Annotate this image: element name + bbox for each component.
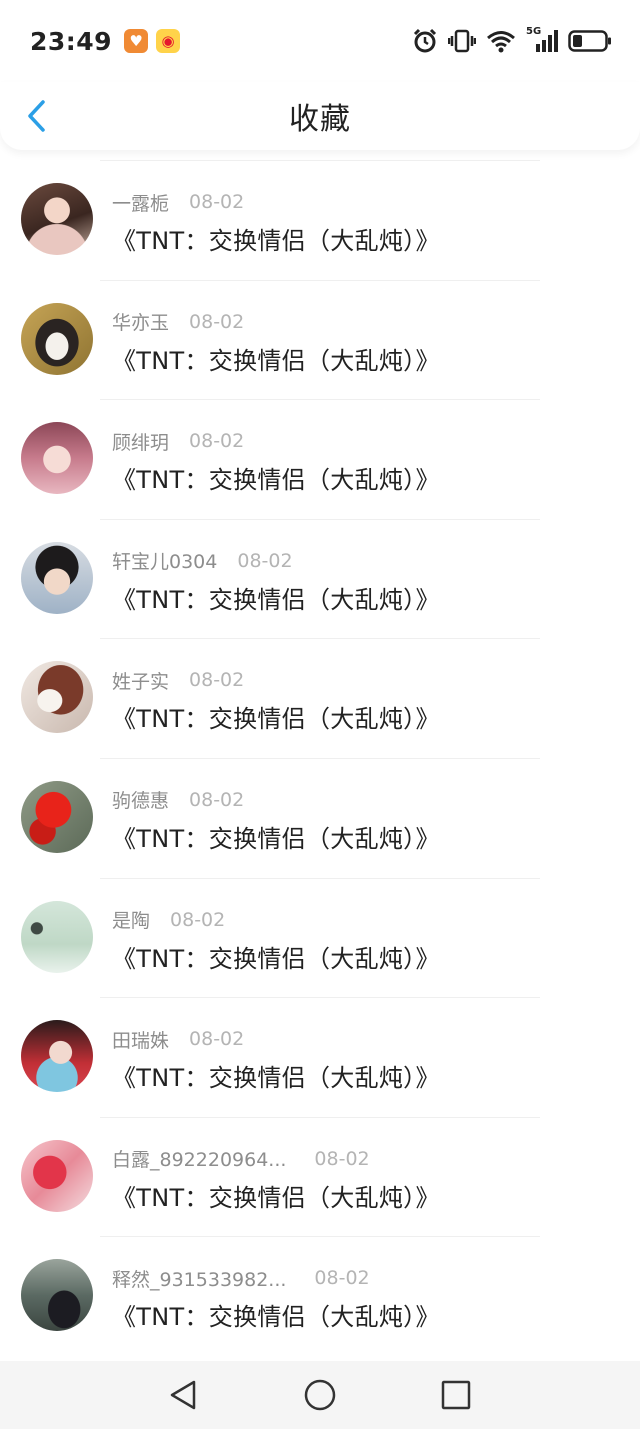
wifi-icon bbox=[487, 31, 515, 53]
username[interactable]: 华亦玉 bbox=[112, 308, 169, 335]
weibo-notification-icon: ◉ bbox=[156, 29, 181, 53]
item-title[interactable]: 《TNT：交换情侣（大乱炖）》 bbox=[112, 460, 620, 495]
date: 08-02 bbox=[189, 430, 245, 453]
item-title[interactable]: 《TNT：交换情侣（大乱炖）》 bbox=[112, 221, 620, 256]
favorite-item[interactable]: 华亦玉 08-02 《TNT：交换情侣（大乱炖）》 bbox=[0, 279, 640, 400]
nav-recents-button[interactable] bbox=[438, 1377, 474, 1413]
username[interactable]: 是陶 bbox=[112, 906, 150, 933]
status-icons: 5G bbox=[412, 26, 612, 54]
item-title[interactable]: 《TNT：交换情侣（大乱炖）》 bbox=[112, 341, 620, 376]
username[interactable]: 驹德惠 bbox=[112, 786, 169, 813]
app-header: 收藏 bbox=[0, 82, 640, 150]
system-nav-bar bbox=[0, 1361, 640, 1429]
avatar[interactable] bbox=[21, 900, 93, 973]
item-title[interactable]: 《TNT：交换情侣（大乱炖）》 bbox=[112, 699, 620, 734]
avatar[interactable] bbox=[21, 541, 93, 614]
username[interactable]: 一露栀 bbox=[112, 189, 169, 216]
username[interactable]: 田瑞姝 bbox=[112, 1026, 169, 1053]
avatar[interactable] bbox=[21, 422, 93, 495]
favorite-item[interactable]: 释然_931533982... 08-02 《TNT：交换情侣（大乱炖）》 bbox=[0, 1236, 640, 1356]
back-triangle-icon bbox=[170, 1380, 196, 1410]
item-title[interactable]: 《TNT：交换情侣（大乱炖）》 bbox=[112, 819, 620, 854]
username[interactable]: 轩宝儿0304 bbox=[112, 547, 217, 574]
date: 08-02 bbox=[189, 1028, 245, 1051]
date: 08-02 bbox=[314, 1267, 370, 1290]
alarm-icon bbox=[413, 28, 437, 53]
favorite-item[interactable]: 姓子实 08-02 《TNT：交换情侣（大乱炖）》 bbox=[0, 638, 640, 758]
date: 08-02 bbox=[170, 908, 226, 931]
favorite-item[interactable]: 是陶 08-02 《TNT：交换情侣（大乱炖）》 bbox=[0, 877, 640, 998]
favorites-list: 一露栀 08-02 《TNT：交换情侣（大乱炖）》 华亦玉 08-02 《TNT… bbox=[0, 160, 640, 1356]
username[interactable]: 姓子实 bbox=[112, 667, 169, 694]
app-notification-icon: ♥ bbox=[124, 29, 149, 53]
avatar[interactable] bbox=[21, 1020, 93, 1093]
username[interactable]: 白露_892220964... bbox=[112, 1145, 286, 1172]
back-button[interactable] bbox=[16, 92, 56, 140]
date: 08-02 bbox=[189, 310, 245, 333]
favorite-item[interactable]: 轩宝儿0304 08-02 《TNT：交换情侣（大乱炖）》 bbox=[0, 518, 640, 639]
item-title[interactable]: 《TNT：交换情侣（大乱炖）》 bbox=[112, 1178, 620, 1213]
recents-square-icon bbox=[441, 1380, 471, 1410]
username[interactable]: 释然_931533982... bbox=[112, 1265, 286, 1292]
avatar[interactable] bbox=[21, 780, 93, 853]
avatar[interactable] bbox=[21, 661, 93, 734]
favorite-item[interactable]: 田瑞姝 08-02 《TNT：交换情侣（大乱炖）》 bbox=[0, 997, 640, 1117]
favorite-item[interactable]: 一露栀 08-02 《TNT：交换情侣（大乱炖）》 bbox=[0, 160, 640, 280]
favorite-item[interactable]: 白露_892220964... 08-02 《TNT：交换情侣（大乱炖）》 bbox=[0, 1116, 640, 1237]
date: 08-02 bbox=[237, 549, 293, 572]
chevron-left-icon bbox=[28, 100, 45, 132]
vibrate-icon bbox=[448, 29, 476, 53]
date: 08-02 bbox=[189, 191, 245, 213]
nav-back-button[interactable] bbox=[166, 1377, 202, 1413]
page-title: 收藏 bbox=[289, 102, 351, 137]
status-bar: 23:49 ♥ ◉ 5G bbox=[0, 0, 640, 82]
item-title[interactable]: 《TNT：交换情侣（大乱炖）》 bbox=[112, 939, 620, 974]
item-title[interactable]: 《TNT：交换情侣（大乱炖）》 bbox=[112, 1058, 620, 1093]
cellular-signal-icon: 5G bbox=[526, 26, 558, 54]
nav-home-button[interactable] bbox=[302, 1377, 338, 1413]
avatar[interactable] bbox=[21, 302, 93, 375]
item-title[interactable]: 《TNT：交换情侣（大乱炖）》 bbox=[112, 580, 620, 615]
date: 08-02 bbox=[189, 669, 245, 692]
status-time: 23:49 bbox=[30, 26, 113, 56]
item-title[interactable]: 《TNT：交换情侣（大乱炖）》 bbox=[112, 1297, 620, 1332]
avatar[interactable] bbox=[21, 183, 93, 255]
avatar[interactable] bbox=[21, 1259, 93, 1332]
favorite-item[interactable]: 顾绯玥 08-02 《TNT：交换情侣（大乱炖）》 bbox=[0, 399, 640, 519]
username[interactable]: 顾绯玥 bbox=[112, 428, 169, 455]
date: 08-02 bbox=[189, 788, 245, 811]
home-circle-icon bbox=[304, 1379, 336, 1411]
date: 08-02 bbox=[314, 1147, 370, 1170]
battery-icon bbox=[568, 30, 611, 52]
favorite-item[interactable]: 驹德惠 08-02 《TNT：交换情侣（大乱炖）》 bbox=[0, 757, 640, 878]
avatar[interactable] bbox=[21, 1139, 93, 1212]
